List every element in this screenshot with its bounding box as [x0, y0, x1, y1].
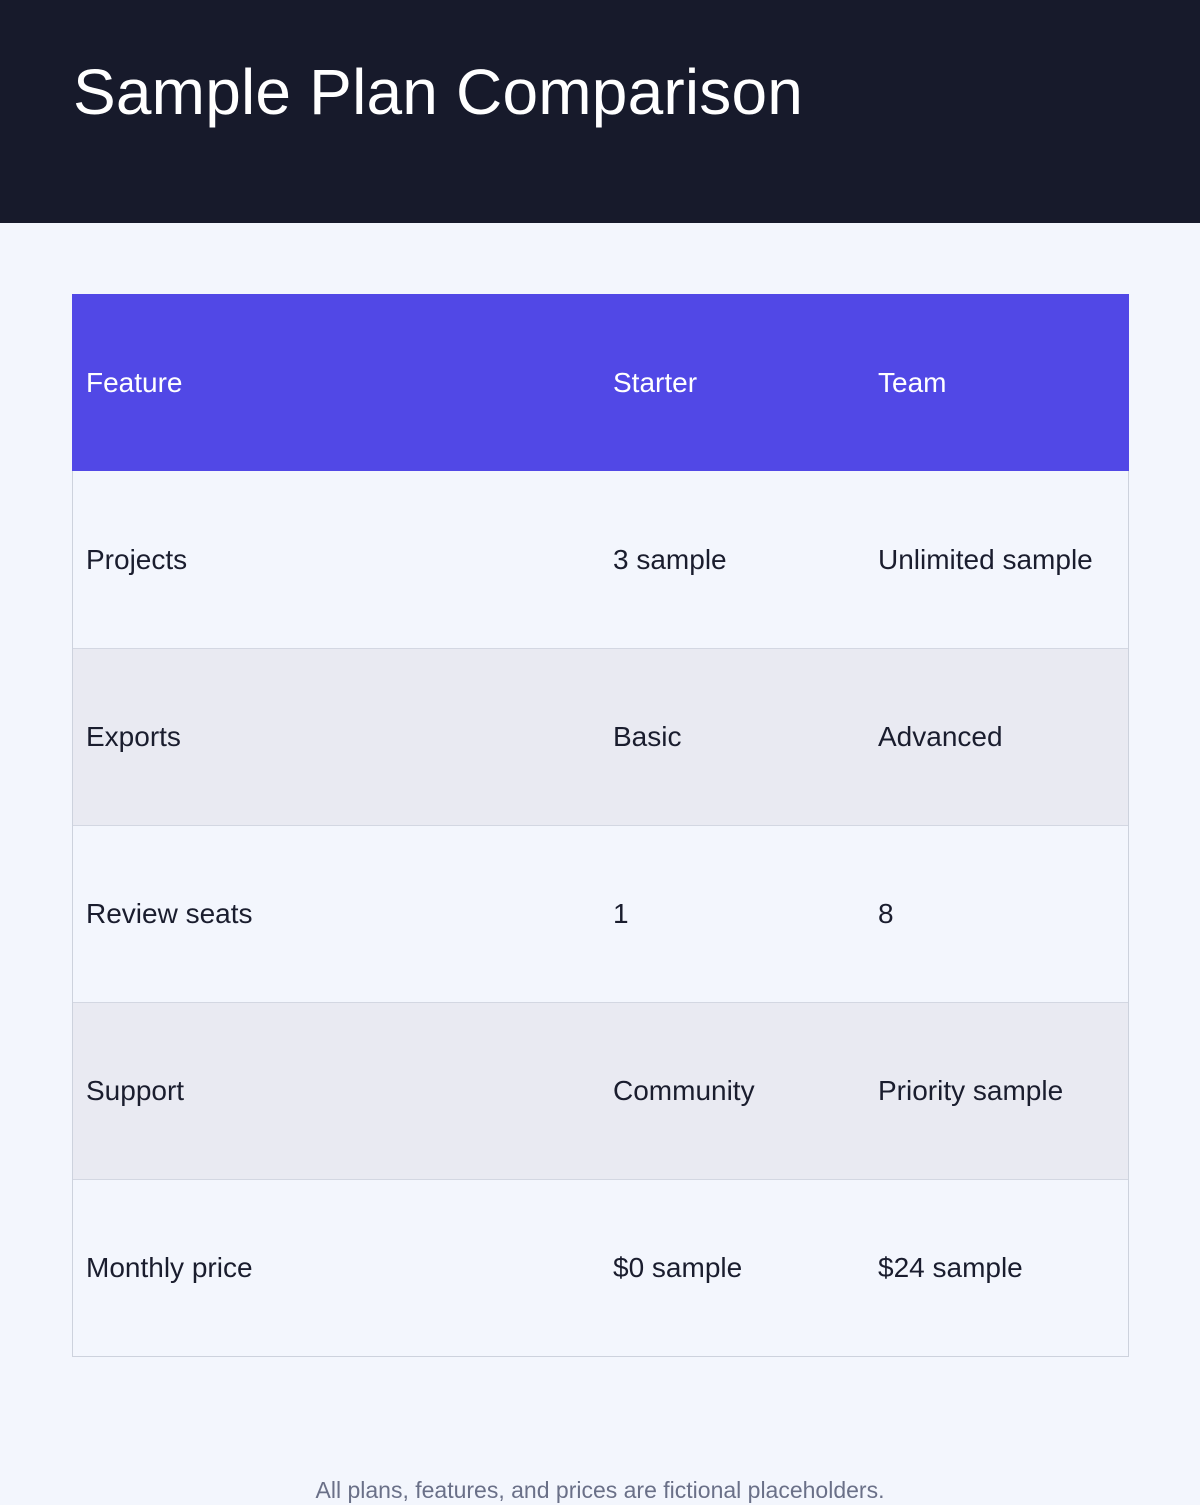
starter-cell: 1 — [613, 898, 629, 929]
table-row: Exports Basic Advanced — [73, 648, 1128, 825]
team-cell: Priority sample — [878, 1075, 1064, 1106]
table-row: Review seats 1 8 — [73, 825, 1128, 1002]
table-row: Monthly price $0 sample $24 sample — [73, 1179, 1128, 1356]
page-title: Sample Plan Comparison — [73, 56, 804, 128]
feature-cell: Monthly price — [86, 1252, 253, 1283]
starter-cell: Basic — [613, 721, 682, 752]
team-cell: Advanced — [878, 721, 1003, 752]
feature-cell: Review seats — [86, 898, 253, 929]
feature-cell: Projects — [86, 543, 188, 575]
table-row: Support Community Priority sample — [73, 1002, 1128, 1179]
footnote: All plans, features, and prices are fict… — [315, 1477, 885, 1503]
page-header: Sample Plan Comparison — [0, 0, 1200, 223]
plan-comparison-table: Feature Starter Team Projects 3 sample U… — [72, 294, 1129, 1357]
starter-cell: 3 sample — [613, 543, 727, 575]
team-cell: Unlimited sample — [878, 543, 1093, 575]
table-header-row: Feature Starter Team — [72, 294, 1129, 471]
column-header-feature: Feature — [86, 366, 183, 398]
starter-cell: $0 sample — [613, 1252, 743, 1283]
table-row: Projects 3 sample Unlimited sample — [73, 471, 1128, 648]
column-header-starter: Starter — [613, 366, 698, 398]
team-cell: 8 — [878, 898, 894, 929]
starter-cell: Community — [613, 1075, 755, 1106]
feature-cell: Exports — [86, 721, 181, 752]
column-header-team: Team — [878, 366, 947, 398]
team-cell: $24 sample — [878, 1252, 1023, 1283]
feature-cell: Support — [86, 1075, 185, 1106]
